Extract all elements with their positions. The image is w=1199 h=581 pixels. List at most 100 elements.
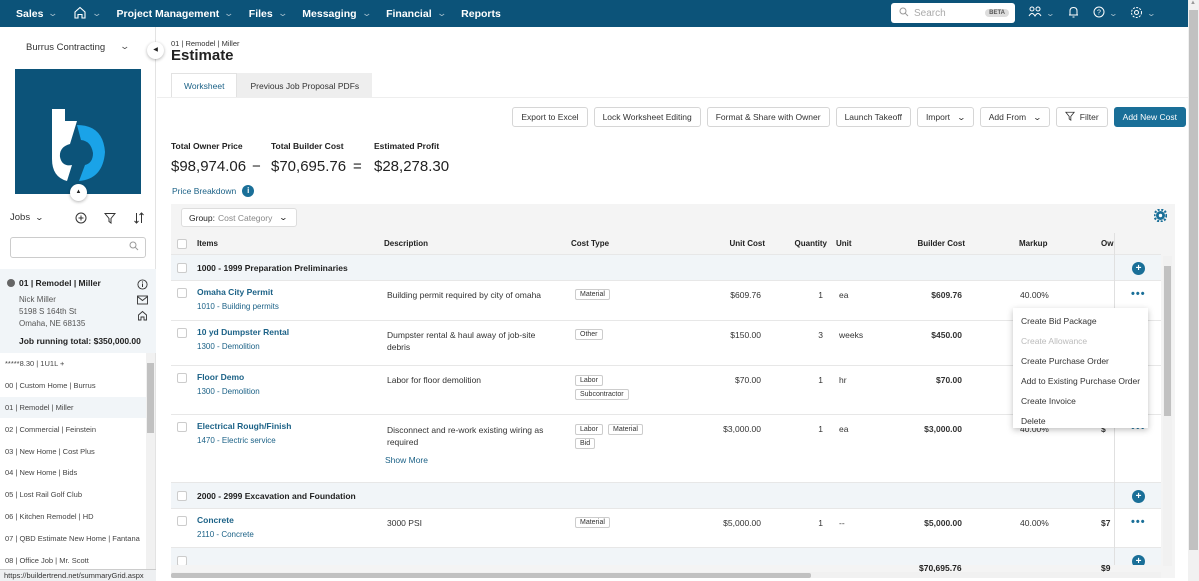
settings-menu[interactable]: ⌄ xyxy=(1130,6,1156,22)
tab-worksheet[interactable]: Worksheet xyxy=(171,73,238,97)
filter-label: Filter xyxy=(1079,112,1099,122)
col-cost-type[interactable]: Cost Type xyxy=(571,239,609,248)
row-checkbox[interactable] xyxy=(177,491,187,501)
group-row-partial xyxy=(171,548,1161,565)
nav-reports[interactable]: Reports xyxy=(461,8,501,20)
grid-settings-gear-icon[interactable] xyxy=(1153,208,1168,225)
logo-collapse-button[interactable]: ▲ xyxy=(70,184,87,201)
add-item-plus-icon[interactable]: + xyxy=(1132,555,1145,565)
job-list-item[interactable]: 01 | Remodel | Miller xyxy=(0,396,146,419)
add-item-plus-icon[interactable]: + xyxy=(1132,262,1145,275)
item-code[interactable]: 1300 - Demolition xyxy=(197,387,260,396)
launch-takeoff-button[interactable]: Launch Takeoff xyxy=(835,107,911,127)
nav-sales[interactable]: Sales ⌄ xyxy=(16,8,59,20)
job-list-item[interactable]: 05 | Lost Rail Golf Club xyxy=(0,484,146,506)
price-breakdown-link[interactable]: Price Breakdown i xyxy=(172,185,255,197)
col-quantity[interactable]: Quantity xyxy=(777,239,827,248)
job-list-item[interactable]: 06 | Kitchen Remodel | HD xyxy=(0,506,146,528)
row-checkbox[interactable] xyxy=(177,263,187,273)
notifications-button[interactable] xyxy=(1068,6,1079,21)
col-unit-cost[interactable]: Unit Cost xyxy=(711,239,765,248)
job-list-item[interactable]: 08 | Office Job | Mr. Scott xyxy=(0,549,146,571)
filter-button[interactable]: Filter xyxy=(1055,107,1108,127)
scroll-up-icon[interactable]: ▲ xyxy=(1190,0,1196,6)
chevron-down-icon[interactable]: ⌄ xyxy=(119,41,130,52)
item-code[interactable]: 2110 - Concrete xyxy=(197,530,254,539)
info-icon[interactable]: i xyxy=(242,185,255,197)
show-more-link[interactable]: Show More xyxy=(385,455,428,465)
col-unit[interactable]: Unit xyxy=(836,239,852,248)
item-name-link[interactable]: Omaha City Permit xyxy=(197,287,273,297)
nav-project-management[interactable]: Project Management ⌄ xyxy=(117,8,235,20)
window-scrollbar[interactable]: ▲ xyxy=(1188,0,1199,581)
markup: 40.00% xyxy=(1020,290,1049,300)
col-items[interactable]: Items xyxy=(197,239,218,248)
format-share-button[interactable]: Format & Share with Owner xyxy=(706,107,830,127)
people-menu[interactable]: ⌄ xyxy=(1028,6,1055,21)
add-job-icon[interactable] xyxy=(74,211,87,224)
row-checkbox[interactable] xyxy=(177,288,187,298)
job-list-item[interactable]: 04 | New Home | Bids xyxy=(0,462,146,484)
more-actions-icon[interactable]: ••• xyxy=(1131,516,1146,528)
col-owner-price[interactable]: Ow xyxy=(1101,239,1113,248)
menu-add-to-existing-po[interactable]: Add to Existing Purchase Order xyxy=(1013,371,1148,391)
mail-icon[interactable] xyxy=(137,295,148,308)
job-list-item[interactable]: 07 | QBD Estimate New Home | Fantana xyxy=(0,527,146,549)
more-actions-icon[interactable]: ••• xyxy=(1131,288,1146,300)
jobs-dropdown[interactable]: Jobs ⌄ xyxy=(10,212,44,223)
nav-home[interactable]: ⌄ xyxy=(73,6,102,22)
row-checkbox[interactable] xyxy=(177,516,187,526)
grid-vertical-scrollbar-thumb[interactable] xyxy=(1164,266,1171,416)
group-by-dropdown[interactable]: Group: Cost Category ⌄ xyxy=(181,208,297,227)
job-list-item[interactable]: *****8.30 | 1U1L + xyxy=(0,353,146,375)
menu-create-bid-package[interactable]: Create Bid Package xyxy=(1013,311,1148,331)
col-description[interactable]: Description xyxy=(384,239,428,248)
row-checkbox[interactable] xyxy=(177,422,187,432)
menu-create-purchase-order[interactable]: Create Purchase Order xyxy=(1013,351,1148,371)
row-checkbox[interactable] xyxy=(177,556,187,565)
help-menu[interactable]: ? ⌄ xyxy=(1093,6,1118,21)
select-all-checkbox[interactable] xyxy=(177,239,187,249)
tab-previous-proposals[interactable]: Previous Job Proposal PDFs xyxy=(237,73,373,97)
job-list-item[interactable]: 00 | Custom Home | Burrus xyxy=(0,375,146,397)
info-icon[interactable] xyxy=(137,279,148,293)
menu-create-invoice[interactable]: Create Invoice xyxy=(1013,391,1148,411)
export-to-excel-button[interactable]: Export to Excel xyxy=(512,107,588,127)
item-code[interactable]: 1010 - Building permits xyxy=(197,302,279,311)
sort-icon[interactable] xyxy=(132,211,145,224)
nav-files[interactable]: Files ⌄ xyxy=(249,8,288,20)
window-scrollbar-thumb[interactable] xyxy=(1189,10,1198,550)
add-from-dropdown[interactable]: Add From ⌄ xyxy=(979,107,1050,127)
item-name-link[interactable]: Electrical Rough/Finish xyxy=(197,421,291,431)
item-name-link[interactable]: Floor Demo xyxy=(197,372,244,382)
row-checkbox[interactable] xyxy=(177,373,187,383)
jobs-search-input[interactable] xyxy=(10,237,146,258)
nav-financial[interactable]: Financial ⌄ xyxy=(386,8,447,20)
global-search-input[interactable]: Search BETA xyxy=(891,3,1015,23)
sidebar-collapse-button[interactable]: ◀ xyxy=(147,42,164,59)
job-list-item[interactable]: 03 | New Home | Cost Plus xyxy=(0,440,146,462)
add-item-plus-icon[interactable]: + xyxy=(1132,490,1145,503)
selected-job-title[interactable]: 01 | Remodel | Miller xyxy=(19,278,101,288)
job-list-item[interactable]: 02 | Commercial | Feinstein xyxy=(0,418,146,440)
job-list-scrollbar[interactable] xyxy=(146,353,155,581)
home-icon[interactable] xyxy=(137,310,148,324)
grid-horizontal-scrollbar-thumb[interactable] xyxy=(171,573,811,578)
add-new-cost-button[interactable]: Add New Cost xyxy=(1113,107,1186,127)
row-checkbox[interactable] xyxy=(177,328,187,338)
item-name-link[interactable]: Concrete xyxy=(197,515,234,525)
menu-delete[interactable]: Delete xyxy=(1013,411,1148,431)
import-dropdown[interactable]: Import ⌄ xyxy=(916,107,974,127)
col-markup[interactable]: Markup xyxy=(1019,239,1047,248)
lock-worksheet-button[interactable]: Lock Worksheet Editing xyxy=(593,107,701,127)
item-code[interactable]: 1300 - Demolition xyxy=(197,342,260,351)
company-name[interactable]: Burrus Contracting xyxy=(26,42,105,53)
item-code[interactable]: 1470 - Electric service xyxy=(197,436,276,445)
filter-icon[interactable] xyxy=(103,211,116,224)
item-name-link[interactable]: 10 yd Dumpster Rental xyxy=(197,327,289,337)
grid-horizontal-scrollbar[interactable] xyxy=(171,572,1161,578)
col-builder-cost[interactable]: Builder Cost xyxy=(891,239,965,248)
grid-vertical-scrollbar[interactable] xyxy=(1163,256,1172,566)
nav-messaging[interactable]: Messaging ⌄ xyxy=(302,8,371,20)
job-list-scrollbar-thumb[interactable] xyxy=(147,363,154,433)
